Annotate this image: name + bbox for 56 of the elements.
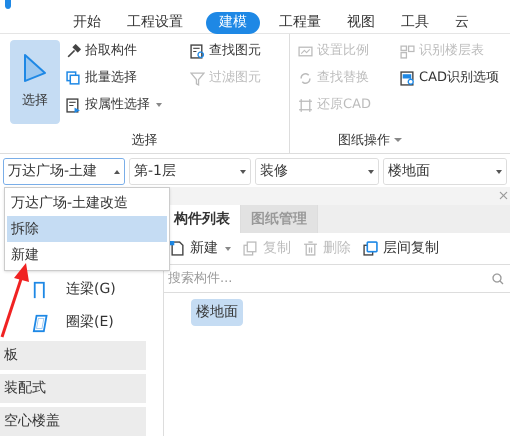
layers-icon [363,241,378,256]
ribbon-button[interactable]: CAD识别选项 [400,67,499,89]
document-search-icon [190,44,205,58]
close-icon[interactable] [499,191,508,200]
grid-blocks-icon [400,44,415,58]
select-button[interactable]: 选择 [10,40,60,124]
toolbar-button[interactable]: 层间复制 [363,238,439,259]
combo-box[interactable]: 装修 [255,158,379,185]
search-icon[interactable] [492,272,504,284]
tree-item[interactable]: 连梁(G) [32,275,124,304]
copy-icon [243,241,258,256]
combo-value: 楼地面 [388,162,430,181]
ribbon-button[interactable]: 批量选择 [66,67,184,89]
menu-tab[interactable]: 视图 [334,12,388,34]
filter-icon [190,70,205,86]
ribbon-button[interactable]: 按属性选择 [66,94,184,116]
category-header[interactable]: 空心楼盖 [0,407,146,436]
dropdown-option[interactable]: 新建 [7,242,167,268]
image-frame-icon [298,44,313,58]
combo-value: 万达广场-土建 [8,162,98,181]
group-title: 选择 [130,132,158,150]
category-header[interactable]: 板 [0,341,146,370]
dropdown-option[interactable]: 万达广场-土建改造 [7,190,167,216]
menu-tab[interactable]: 云 [442,12,482,34]
caret-icon [496,170,502,174]
ribbon-button[interactable]: 查找图元 [190,40,261,62]
menu-tab[interactable]: 建模 [206,12,260,34]
caret-up-icon [114,170,120,174]
combo-value: 装修 [260,162,288,181]
crop-icon [298,98,313,112]
new-document-icon [170,241,185,256]
stacked-squares-icon [66,70,81,86]
tree-item[interactable]: 圈梁(E) [32,308,122,337]
combo-box[interactable]: 楼地面 [383,158,507,185]
combo-value: 第-1层 [134,162,176,181]
refresh-icon [298,70,313,86]
toolbar-button[interactable]: 新建 [170,238,231,259]
cad-search-icon [400,70,415,86]
menu-tab[interactable]: 开始 [60,12,114,34]
dropdown-option[interactable]: 拆除 [7,216,167,242]
menu-tab[interactable]: 工程设置 [114,12,196,34]
menu-tab[interactable]: 工具 [388,12,442,34]
trash-icon [303,241,318,256]
combo-box[interactable]: 万达广场-土建 [3,158,125,185]
caret-icon [394,138,402,142]
list-play-icon [66,98,81,112]
category-header[interactable]: 装配式 [0,374,146,403]
search-field[interactable]: 搜索构件... [168,268,492,288]
menu-tab[interactable]: 工程量 [266,12,334,34]
caret-icon [240,170,246,174]
logo-icon [2,0,14,12]
list-item[interactable]: 楼地面 [191,299,243,326]
combo-box[interactable]: 第-1层 [129,158,251,185]
ribbon-button[interactable]: 拾取构件 [66,40,184,62]
group-title: 图纸操作 [338,132,390,150]
caret-icon [368,170,374,174]
